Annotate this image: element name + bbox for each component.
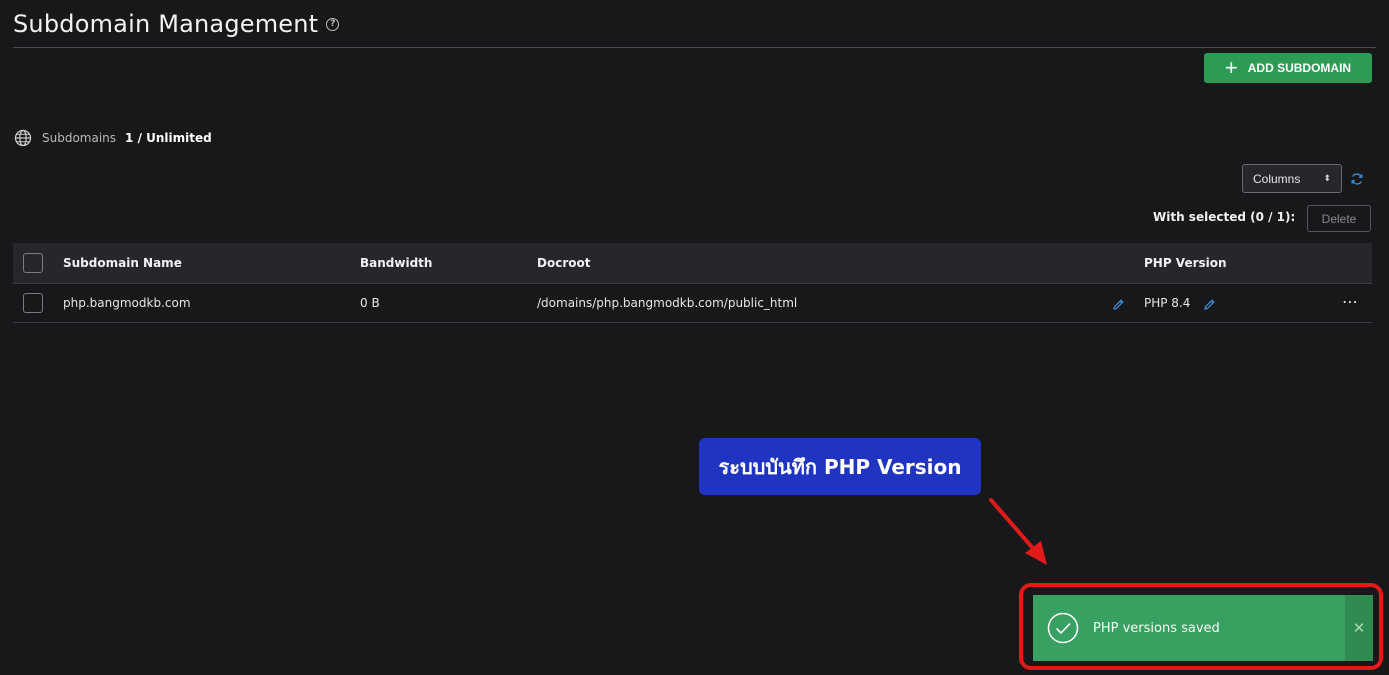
more-options-icon[interactable]: ⋯ [1342, 292, 1359, 311]
subdomain-table: Subdomain Name Bandwidth Docroot PHP Ver… [13, 243, 1372, 323]
php-version-value: PHP 8.4 [1144, 296, 1191, 310]
subdomains-count: 1 / Unlimited [125, 131, 212, 145]
subdomain-count-summary: Subdomains 1 / Unlimited [14, 129, 212, 147]
col-bandwidth[interactable]: Bandwidth [360, 256, 432, 270]
add-subdomain-button[interactable]: + ADD SUBDOMAIN [1204, 53, 1372, 83]
table-header: Subdomain Name Bandwidth Docroot PHP Ver… [13, 243, 1372, 283]
columns-label: Columns [1253, 171, 1301, 186]
col-php-version[interactable]: PHP Version [1144, 256, 1227, 270]
table-row: php.bangmodkb.com 0 B /domains/php.bangm… [13, 283, 1372, 323]
subdomains-label: Subdomains [42, 131, 117, 145]
check-circle-icon [1047, 612, 1079, 644]
annotation-callout: ระบบบันทึก PHP Version [699, 438, 981, 495]
col-subdomain-name[interactable]: Subdomain Name [63, 256, 182, 270]
toast-message: PHP versions saved [1093, 620, 1220, 636]
subdomain-management-page: Subdomain Management ? + ADD SUBDOMAIN S… [0, 0, 1389, 675]
annotation-arrow-icon [989, 498, 1047, 565]
globe-icon [14, 129, 32, 147]
with-selected-label: With selected (0 / 1): [1153, 210, 1296, 224]
edit-docroot-pencil-icon[interactable] [1112, 298, 1125, 311]
row-checkbox[interactable] [23, 293, 43, 313]
edit-php-version-pencil-icon[interactable] [1203, 298, 1216, 311]
refresh-icon[interactable] [1350, 172, 1364, 186]
subdomain-name[interactable]: php.bangmodkb.com [63, 296, 191, 310]
title-row: Subdomain Management ? [13, 10, 340, 38]
delete-button[interactable]: Delete [1307, 205, 1371, 232]
columns-select[interactable]: Columns ⬍ [1242, 164, 1342, 193]
select-all-checkbox[interactable] [23, 253, 43, 273]
add-subdomain-label: ADD SUBDOMAIN [1247, 61, 1352, 75]
docroot-value: /domains/php.bangmodkb.com/public_html [537, 296, 798, 310]
plus-icon: + [1224, 55, 1238, 80]
question-circle-icon[interactable]: ? [326, 17, 340, 31]
close-icon[interactable]: ✕ [1345, 595, 1373, 661]
bandwidth-value: 0 B [360, 296, 380, 310]
success-toast: PHP versions saved ✕ [1033, 595, 1373, 661]
page-title: Subdomain Management [13, 10, 319, 38]
chevron-up-down-icon: ⬍ [1323, 173, 1331, 183]
title-divider [13, 47, 1376, 48]
col-docroot[interactable]: Docroot [537, 256, 590, 270]
